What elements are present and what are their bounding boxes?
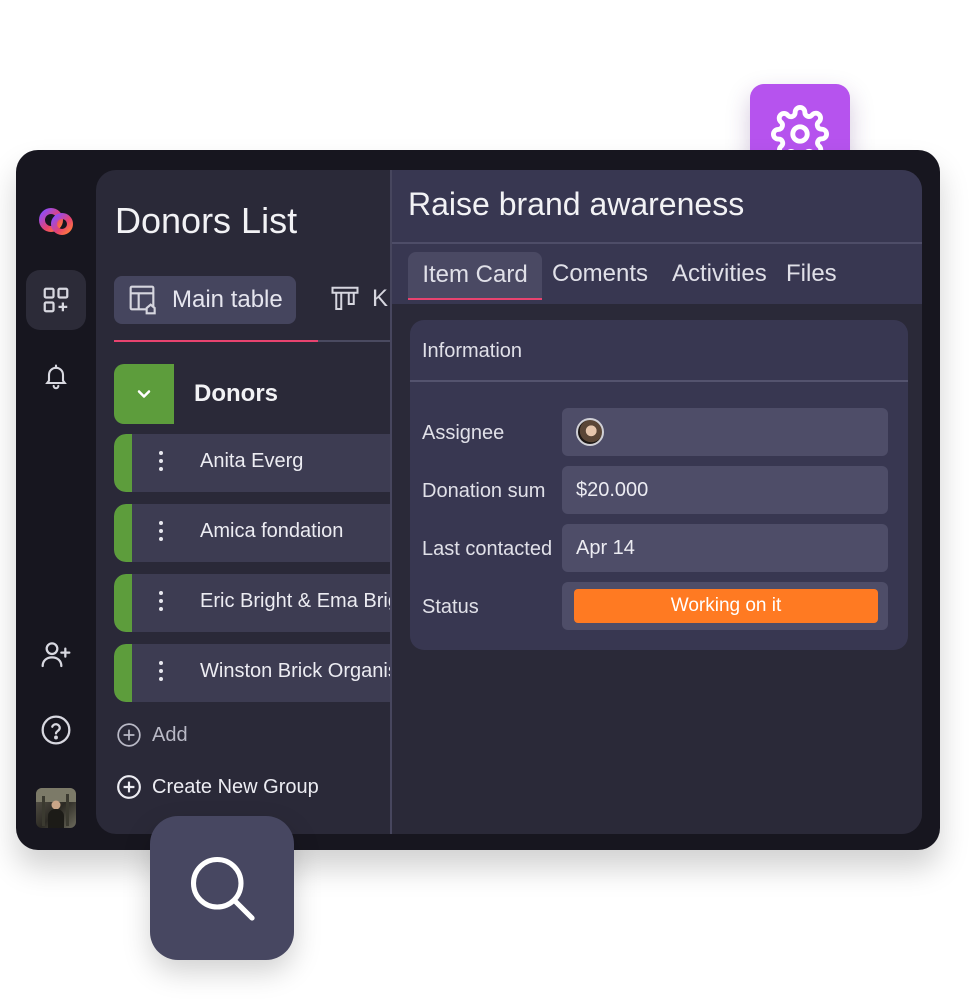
group-color-bar (114, 504, 132, 562)
add-item-label: Add (152, 723, 188, 746)
view-tab-main-table[interactable]: Main table (114, 276, 296, 324)
status-field[interactable]: Working on it (562, 582, 888, 630)
row-menu-icon[interactable] (158, 591, 164, 615)
app-logo-icon (39, 208, 73, 239)
group-name: Donors (194, 380, 278, 407)
item-name: Anita Everg (200, 450, 304, 472)
view-tabs-underline (114, 340, 390, 342)
table-row[interactable]: Anita Everg (114, 434, 390, 492)
item-detail-tabs: Item Card Coments Activities Files (392, 244, 922, 304)
table-row[interactable]: Eric Bright & Ema Brig (114, 574, 390, 632)
assignee-avatar (576, 418, 604, 446)
row-menu-icon[interactable] (158, 521, 164, 545)
donation-sum-label: Donation sum (422, 480, 546, 502)
item-name: Eric Bright & Ema Brig (200, 590, 390, 612)
status-label: Status (422, 596, 479, 618)
table-row[interactable]: Winston Brick Organis (114, 644, 390, 702)
chevron-down-icon (137, 390, 151, 398)
tab-comments[interactable]: Coments (552, 260, 648, 288)
search-button[interactable] (150, 816, 294, 960)
table-row[interactable]: Amica fondation (114, 504, 390, 562)
add-item-button[interactable]: Add (116, 722, 188, 748)
invite-member-button[interactable] (26, 624, 86, 684)
last-contacted-field[interactable]: Apr 14 (562, 524, 888, 572)
apps-button[interactable] (26, 270, 86, 330)
information-card: Information Assignee Donation sum $20.00… (410, 320, 908, 650)
bell-icon (45, 364, 67, 390)
board-title: Donors List (115, 200, 298, 241)
help-button[interactable] (26, 700, 86, 760)
tab-item-card[interactable]: Item Card (408, 252, 542, 300)
item-name: Winston Brick Organis (200, 660, 390, 682)
search-icon (190, 856, 255, 921)
user-avatar[interactable] (36, 788, 76, 828)
help-icon (41, 715, 71, 745)
row-menu-icon[interactable] (158, 661, 164, 685)
item-detail-header: Raise brand awareness (392, 170, 922, 244)
view-tab-kanban[interactable]: K (330, 284, 388, 314)
group-collapse-toggle[interactable] (114, 364, 174, 424)
status-badge[interactable]: Working on it (574, 589, 878, 623)
view-tab-label: Main table (172, 286, 283, 313)
item-title: Raise brand awareness (408, 186, 745, 222)
tab-activities[interactable]: Activities (672, 260, 767, 288)
group-color-bar (114, 434, 132, 492)
plus-circle-icon (117, 775, 141, 799)
notifications-button[interactable] (26, 346, 86, 406)
group-header: Donors (114, 364, 390, 424)
table-home-icon (129, 285, 156, 315)
board-view: Donors List Main table K Donors Anita Ev… (96, 170, 390, 834)
item-name: Amica fondation (200, 520, 344, 542)
information-header: Information (410, 320, 908, 382)
tab-files[interactable]: Files (786, 260, 837, 288)
last-contacted-label: Last contacted (422, 538, 553, 560)
plus-circle-icon (117, 723, 141, 747)
apps-grid-icon (43, 287, 69, 313)
left-rail (16, 150, 96, 850)
group-color-bar (114, 574, 132, 632)
group-color-bar (114, 644, 132, 702)
create-group-label: Create New Group (152, 775, 319, 798)
add-user-icon (41, 642, 71, 668)
active-tab-indicator (114, 340, 318, 342)
kanban-icon (331, 286, 359, 310)
assignee-label: Assignee (422, 422, 505, 444)
view-tab-label: K (372, 285, 389, 312)
board-panel: Donors List Main table K Donors Anita Ev… (96, 170, 922, 834)
donation-sum-field[interactable]: $20.000 (562, 466, 888, 514)
create-group-button[interactable]: Create New Group (116, 774, 319, 800)
information-title: Information (422, 340, 523, 362)
item-detail-panel: Raise brand awareness Item Card Coments … (390, 170, 922, 834)
row-menu-icon[interactable] (158, 451, 164, 475)
assignee-field[interactable] (562, 408, 888, 456)
